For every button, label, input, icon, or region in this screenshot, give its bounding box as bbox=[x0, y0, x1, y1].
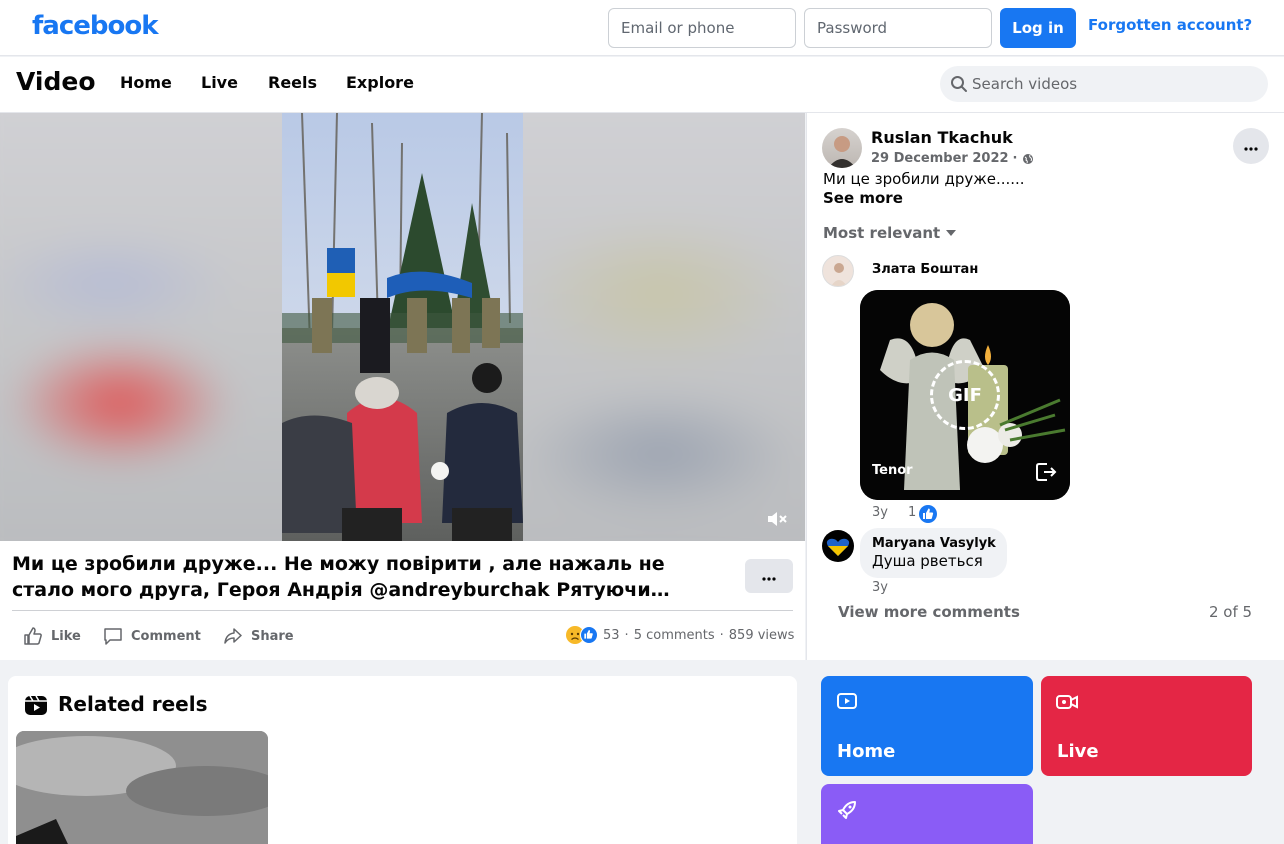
like-reaction-icon[interactable] bbox=[580, 626, 598, 644]
thumbs-up-icon bbox=[24, 627, 42, 645]
more-dots-icon bbox=[1244, 146, 1258, 151]
video-post: Ми це зробили друже... Не можу повірити … bbox=[0, 113, 805, 660]
video-still bbox=[282, 113, 523, 541]
like-reaction-icon bbox=[919, 505, 937, 523]
commenter-name[interactable]: Злата Боштан bbox=[872, 262, 978, 277]
reel-preview-image bbox=[16, 731, 268, 844]
stats-separator: · bbox=[719, 627, 724, 643]
comment-time[interactable]: 3y bbox=[872, 580, 888, 595]
comment-icon bbox=[104, 628, 122, 645]
view-count: 859 views bbox=[728, 627, 795, 643]
external-link-icon[interactable] bbox=[1034, 460, 1058, 484]
nav-reels[interactable]: Reels bbox=[268, 73, 317, 92]
comment-time[interactable]: 3y bbox=[872, 505, 888, 520]
facebook-logo[interactable]: facebook bbox=[32, 11, 159, 41]
comment-bubble: Maryana Vasylyk Душа рветься bbox=[860, 528, 1007, 578]
author-name[interactable]: Ruslan Tkachuk bbox=[871, 128, 1013, 147]
live-camera-icon bbox=[1056, 695, 1078, 709]
date-separator: · bbox=[1012, 151, 1018, 166]
related-reels-section: Related reels bbox=[8, 676, 797, 844]
video-play-icon bbox=[837, 693, 857, 709]
thumbs-up-icon bbox=[584, 629, 593, 639]
mute-icon[interactable] bbox=[766, 510, 788, 528]
email-field[interactable] bbox=[608, 8, 796, 48]
comments-count: 2 of 5 bbox=[1209, 603, 1253, 621]
comment-sort-dropdown[interactable]: Most relevant bbox=[823, 224, 957, 242]
comments-panel: Ruslan Tkachuk 29 December 2022 · Ми це … bbox=[806, 113, 1284, 660]
heart-flag-icon bbox=[826, 538, 850, 556]
comment-text: Душа рветься bbox=[872, 552, 983, 570]
globe-icon bbox=[1022, 153, 1033, 164]
nav-live[interactable]: Live bbox=[201, 73, 238, 92]
nav-explore[interactable]: Explore bbox=[346, 73, 414, 92]
reel-thumbnail[interactable] bbox=[16, 731, 268, 844]
video-caption: Ми це зробили друже... Не можу повірити … bbox=[12, 553, 670, 601]
video-section-title[interactable]: Video bbox=[16, 67, 96, 96]
post-text: Ми це зробили друже...... bbox=[823, 170, 1025, 188]
view-more-comments-link[interactable]: View more comments bbox=[838, 603, 1020, 621]
post-menu-button[interactable] bbox=[1233, 128, 1269, 164]
commenter-name[interactable]: Maryana Vasylyk bbox=[872, 536, 996, 551]
share-label: Share bbox=[251, 628, 294, 644]
tile-label: Live bbox=[1057, 741, 1099, 762]
person-avatar-icon bbox=[828, 136, 856, 168]
log-in-button[interactable]: Log in bbox=[1000, 8, 1076, 48]
more-dots-icon bbox=[762, 576, 776, 581]
tile-home[interactable]: Home bbox=[821, 676, 1033, 776]
date-text: 29 December 2022 bbox=[871, 151, 1009, 166]
nav-home[interactable]: Home bbox=[120, 73, 172, 92]
reels-icon bbox=[25, 695, 47, 715]
commenter-avatar[interactable] bbox=[822, 530, 854, 562]
like-button[interactable]: Like bbox=[23, 625, 81, 647]
video-player[interactable] bbox=[0, 113, 805, 541]
share-button[interactable]: Share bbox=[223, 625, 294, 647]
gif-badge[interactable]: GIF bbox=[930, 360, 1000, 430]
tile-explore[interactable] bbox=[821, 784, 1033, 844]
post-options-button[interactable] bbox=[745, 559, 793, 593]
caret-down-icon bbox=[946, 230, 957, 236]
forgotten-account-link[interactable]: Forgotten account? bbox=[1088, 16, 1252, 34]
post-stats: 53 · 5 comments · 859 views bbox=[566, 626, 794, 644]
top-bar: facebook Log in Forgotten account? bbox=[0, 0, 1284, 56]
password-field[interactable] bbox=[804, 8, 992, 48]
comment-like-count[interactable]: 1 bbox=[908, 505, 916, 520]
like-label: Like bbox=[51, 628, 81, 644]
author-avatar[interactable] bbox=[822, 128, 862, 168]
search-icon bbox=[951, 76, 967, 92]
tile-live[interactable]: Live bbox=[1041, 676, 1252, 776]
gif-source-label: Tenor bbox=[872, 463, 913, 478]
rocket-icon bbox=[838, 801, 856, 819]
comment-label: Comment bbox=[131, 628, 201, 644]
related-reels-title: Related reels bbox=[58, 692, 208, 716]
post-date[interactable]: 29 December 2022 · bbox=[871, 151, 1034, 166]
commenter-avatar[interactable] bbox=[822, 255, 854, 287]
divider bbox=[12, 610, 793, 611]
share-arrow-icon bbox=[224, 628, 242, 644]
comment-count[interactable]: 5 comments bbox=[634, 628, 715, 643]
video-search-box[interactable] bbox=[940, 66, 1268, 102]
sort-label: Most relevant bbox=[823, 224, 941, 242]
video-header: Video Home Live Reels Explore bbox=[0, 57, 1284, 113]
tile-label: Home bbox=[837, 741, 896, 762]
video-frame[interactable] bbox=[282, 113, 523, 541]
comment-button[interactable]: Comment bbox=[103, 625, 201, 647]
person-avatar-icon bbox=[831, 263, 847, 286]
stats-separator: · bbox=[624, 627, 629, 643]
see-more-link[interactable]: See more bbox=[823, 189, 903, 207]
thumbs-up-icon bbox=[923, 508, 934, 519]
reaction-count[interactable]: 53 bbox=[603, 628, 620, 643]
gif-attachment[interactable]: GIF Tenor bbox=[860, 290, 1070, 500]
search-videos-input[interactable] bbox=[972, 66, 1262, 102]
